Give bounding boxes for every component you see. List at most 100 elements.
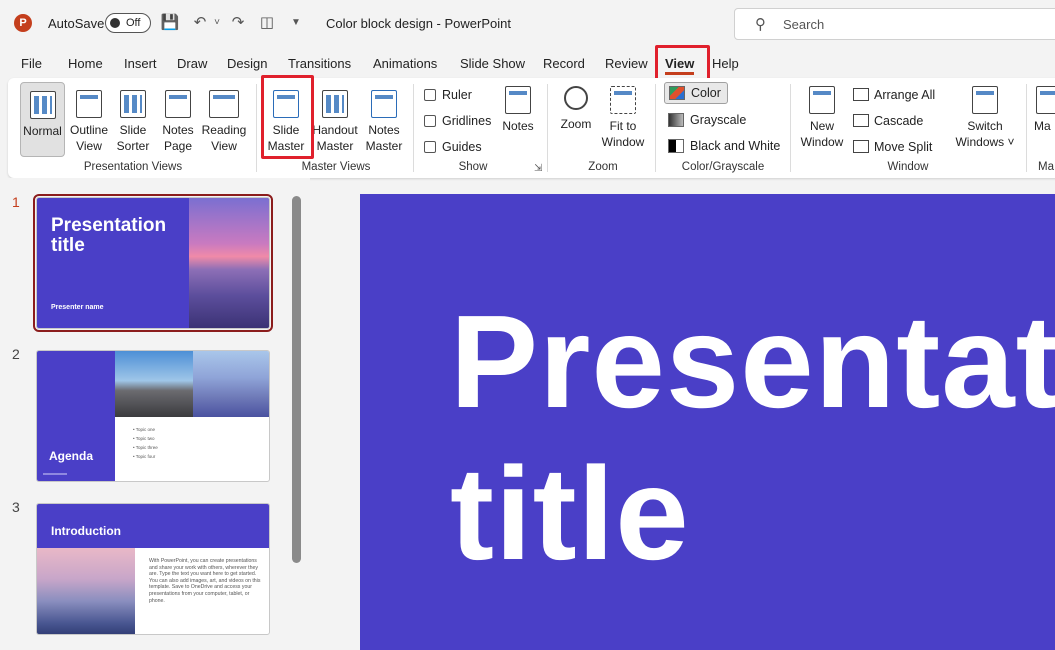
tab-view[interactable]: View [665,56,695,75]
macros-icon [1036,86,1055,114]
normal-view-icon [29,91,56,119]
grayscale-label: Grayscale [690,113,747,127]
tab-review[interactable]: Review [605,56,648,71]
ruler-checkbox-box [424,89,436,101]
color-button[interactable]: Color [664,82,728,104]
handout-master-button[interactable]: Handout Master [310,90,360,154]
tab-design[interactable]: Design [227,56,267,71]
slide-sorter-icon [120,90,146,118]
search-icon: ⚲ [755,16,766,33]
ribbon-panel: Normal Outline View Slide Sorter Notes P… [8,78,1055,178]
notes-icon [505,86,531,114]
ruler-checkbox[interactable]: Ruler [424,88,472,102]
search-box[interactable]: ⚲ Search [734,8,1055,40]
title-line-1: Presentat [450,288,1055,435]
fit-to-window-label-1: Fit to [609,119,637,133]
reading-view-label-2: View [211,139,237,153]
notes-master-button[interactable]: Notes Master [363,90,405,154]
guides-checkbox[interactable]: Guides [424,140,482,154]
tab-draw[interactable]: Draw [177,56,207,71]
tab-animations[interactable]: Animations [373,56,437,71]
title-line-2: title [450,440,690,587]
ribbon-separator [256,84,257,172]
new-window-icon [809,86,835,114]
zoom-button[interactable]: Zoom [556,86,596,132]
outline-view-icon [76,90,102,118]
slide-sorter-label-1: Slide [119,123,147,137]
grayscale-button[interactable]: Grayscale [668,110,746,132]
autosave-toggle[interactable]: Off [105,13,151,33]
sunset-mountains-image [37,548,135,634]
reading-view-button[interactable]: Reading View [200,90,248,154]
tab-help[interactable]: Help [712,56,739,71]
tab-file[interactable]: File [21,56,42,71]
gridlines-label: Gridlines [442,114,492,128]
presentation-views-group-label: Presentation Views [83,161,183,173]
handout-master-label-2: Master [316,139,354,153]
undo-dropdown-chevron-icon[interactable]: ˅ [207,13,227,33]
main-slide-title[interactable]: Presentat title [450,286,1055,590]
zoom-label: Zoom [560,117,592,131]
slide-thumbnail-1[interactable]: Presentation title Presenter name [33,194,273,332]
tab-transitions[interactable]: Transitions [288,56,351,71]
slide-thumbnail-3[interactable]: Introduction With PowerPoint, you can cr… [36,503,270,635]
gridlines-checkbox[interactable]: Gridlines [424,114,491,128]
thumbnails-scrollbar[interactable] [292,196,301,563]
tab-record[interactable]: Record [543,56,585,71]
ribbon-separator [547,84,548,172]
customize-qat-chevron-icon[interactable]: ▼ [286,13,306,33]
fit-to-window-label-2: Window [601,135,645,149]
tab-slide-show[interactable]: Slide Show [460,56,525,71]
black-and-white-button[interactable]: Black and White [668,136,780,158]
notes-button[interactable]: Notes [500,86,536,134]
slide-sorter-button[interactable]: Slide Sorter [114,90,152,154]
zoom-group-label: Zoom [588,161,618,173]
macros-button[interactable]: Ma [1034,86,1055,134]
ribbon-separator [1026,84,1027,172]
slide-number: 3 [12,499,20,515]
ribbon-separator [655,84,656,172]
notes-page-label-2: Page [163,139,193,153]
cascade-button[interactable]: Cascade [853,114,923,128]
normal-view-label: Normal [23,124,62,138]
outline-view-button[interactable]: Outline View [68,90,110,154]
outline-view-label-2: View [76,139,102,153]
notes-page-label-1: Notes [162,123,194,137]
tab-home[interactable]: Home [68,56,103,71]
thumb-subtitle: Presenter name [51,304,104,311]
outline-view-label-1: Outline [69,123,109,137]
show-dialog-launcher-icon[interactable]: ⇲ [534,163,542,174]
slide-master-button[interactable]: Slide Master [266,90,306,154]
switch-windows-button[interactable]: Switch Windows ˅ [954,86,1016,150]
black-white-swatch-icon [668,139,684,153]
agenda-item: Topic four [135,454,156,459]
fit-to-window-icon [610,86,636,114]
agenda-list: • Topic one • Topic two • Topic three • … [133,427,158,459]
agenda-item: Topic one [135,427,156,432]
notes-page-icon [165,90,191,118]
redo-icon[interactable]: ↷ [228,13,248,33]
move-split-label: Move Split [874,140,933,154]
agenda-item: Topic two [135,436,155,441]
present-from-beginning-icon[interactable]: ◫ [257,13,277,33]
mountains-photo-image [193,351,269,417]
new-window-label-1: New [809,119,834,133]
new-window-label-2: Window [800,135,844,149]
switch-windows-label-1: Switch [967,119,1003,133]
mountain-sunset-image [189,198,269,328]
slide-number: 2 [12,346,20,362]
normal-view-button[interactable]: Normal [20,82,65,157]
arrange-all-button[interactable]: Arrange All [853,88,935,102]
move-split-icon [853,140,869,153]
macros-group-label: Ma [1038,161,1054,173]
move-split-button[interactable]: Move Split [853,140,932,154]
save-icon[interactable]: 💾 [160,13,180,33]
toggle-state: Off [126,17,141,29]
main-slide-canvas[interactable]: Presentat title [360,194,1055,650]
tab-insert[interactable]: Insert [124,56,157,71]
arrange-all-icon [853,88,869,101]
slide-thumbnail-2[interactable]: Agenda • Topic one • Topic two • Topic t… [36,350,270,482]
fit-to-window-button[interactable]: Fit to Window [600,86,646,150]
new-window-button[interactable]: New Window [798,86,846,150]
notes-page-button[interactable]: Notes Page [158,90,198,154]
